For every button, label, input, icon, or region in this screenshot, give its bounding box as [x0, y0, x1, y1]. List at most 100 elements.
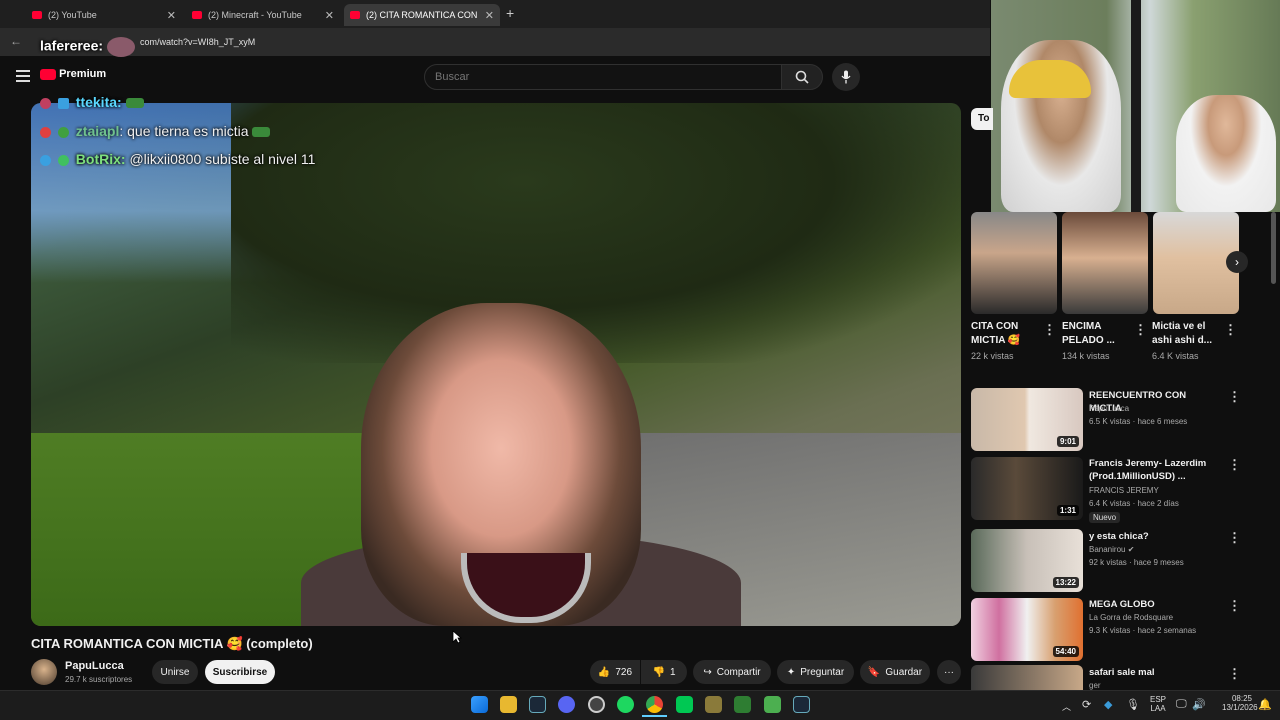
- video-duration: 54:40: [1052, 646, 1079, 657]
- tray-app-icon[interactable]: ◆: [1104, 698, 1112, 711]
- short-title[interactable]: Mictia ve el ashi ashi d...: [1152, 320, 1224, 348]
- subscribe-button[interactable]: Suscribirse: [205, 660, 275, 684]
- short-views: 134 k vistas: [1062, 351, 1110, 361]
- filter-chip[interactable]: To: [971, 108, 993, 130]
- more-actions-button[interactable]: ···: [937, 660, 961, 684]
- more-vert-icon[interactable]: ⋮: [1134, 322, 1147, 338]
- app-icon[interactable]: [705, 696, 722, 713]
- channel-name[interactable]: La Gorra de Rodsquare: [1089, 613, 1173, 622]
- close-tab-icon[interactable]: ✕: [325, 9, 334, 22]
- chat-user: ztaiapl: [75, 123, 120, 139]
- steam-icon[interactable]: [793, 696, 810, 713]
- chat-user: lafereree:: [40, 37, 104, 54]
- microphone-tray-icon[interactable]: 🎙: [1126, 698, 1140, 711]
- more-vert-icon[interactable]: ⋮: [1228, 666, 1241, 682]
- back-arrow-icon[interactable]: ←: [10, 34, 22, 48]
- verified-icon: ✔: [1127, 545, 1135, 554]
- steam-icon[interactable]: [529, 696, 546, 713]
- channel-name[interactable]: Bananirou ✔: [1089, 545, 1134, 554]
- app-icon[interactable]: [676, 696, 693, 713]
- hamburger-menu-icon[interactable]: [16, 70, 30, 82]
- spotify-icon[interactable]: [617, 696, 634, 713]
- language-indicator[interactable]: ESP LAA: [1150, 695, 1166, 713]
- clock[interactable]: 08:25 13/1/2026: [1222, 694, 1258, 712]
- url-field[interactable]: com/watch?v=WI8h_JT_xyM: [140, 37, 255, 47]
- network-icon[interactable]: 🖵: [1176, 698, 1187, 711]
- channel-name[interactable]: ger: [1089, 681, 1101, 690]
- tab-minecraft[interactable]: (2) Minecraft - YouTube ✕: [186, 4, 340, 26]
- new-tab-button[interactable]: +: [506, 5, 514, 21]
- more-vert-icon[interactable]: ⋮: [1228, 457, 1241, 473]
- youtube-logo[interactable]: Premium: [40, 68, 106, 80]
- more-vert-icon[interactable]: ⋮: [1228, 389, 1241, 405]
- short-title[interactable]: CITA CON MICTIA 🥰: [971, 320, 1043, 348]
- share-button[interactable]: ↪ Compartir: [693, 660, 771, 684]
- short-thumbnail[interactable]: [1062, 212, 1148, 314]
- video-title[interactable]: safari sale mal: [1089, 666, 1219, 679]
- microphone-icon: [841, 70, 851, 84]
- tab-youtube[interactable]: (2) YouTube ✕: [26, 4, 182, 26]
- share-arrow-icon: ↪: [703, 666, 712, 678]
- bookmark-icon: 🔖: [867, 666, 881, 678]
- search-button[interactable]: [781, 64, 823, 90]
- file-explorer-icon[interactable]: [500, 696, 517, 713]
- more-vert-icon[interactable]: ⋮: [1228, 530, 1241, 546]
- more-vert-icon[interactable]: ⋮: [1228, 598, 1241, 614]
- video-title[interactable]: y esta chica?: [1089, 530, 1219, 543]
- like-count: 726: [615, 666, 633, 678]
- show-hidden-icons-icon[interactable]: ︿: [1062, 700, 1071, 713]
- tab-label: (2) CITA ROMANTICA CON: [366, 10, 478, 20]
- channel-name[interactable]: PapuLucca: [1089, 404, 1129, 413]
- short-thumbnail[interactable]: [971, 212, 1057, 314]
- more-vert-icon[interactable]: ⋮: [1224, 322, 1237, 338]
- save-button[interactable]: 🔖 Guardar: [860, 660, 930, 684]
- dislike-button[interactable]: 👎 1: [641, 660, 687, 684]
- video-title[interactable]: MEGA GLOBO: [1089, 598, 1219, 611]
- more-vert-icon[interactable]: ⋮: [1043, 322, 1056, 338]
- voice-search-button[interactable]: [832, 63, 860, 91]
- active-app-indicator: [642, 715, 667, 717]
- join-button[interactable]: Unirse: [152, 660, 198, 684]
- app-icon[interactable]: [734, 696, 751, 713]
- short-title[interactable]: ENCIMA PELADO ...: [1062, 320, 1134, 348]
- notifications-icon[interactable]: 🔔: [1258, 698, 1272, 711]
- like-button[interactable]: 👍 726: [590, 660, 640, 684]
- video-meta: 6.5 K vistas · hace 6 meses: [1089, 417, 1188, 426]
- video-thumbnail[interactable]: 1:31: [971, 457, 1083, 520]
- video-title[interactable]: Francis Jeremy- Lazerdim (Prod.1MillionU…: [1089, 457, 1219, 483]
- volume-icon[interactable]: 🔊: [1192, 698, 1206, 711]
- webcam-overlay: [991, 0, 1280, 212]
- save-label: Guardar: [885, 666, 923, 678]
- webcam-person: [1176, 95, 1276, 212]
- webcam-window-frame: [1131, 0, 1141, 212]
- start-windows-icon[interactable]: [471, 696, 488, 713]
- channel-name[interactable]: PapuLucca: [65, 660, 124, 672]
- search-input[interactable]: [424, 64, 782, 90]
- scrollbar-thumb[interactable]: [1271, 212, 1276, 284]
- channel-avatar[interactable]: [31, 659, 57, 685]
- minecraft-icon[interactable]: [764, 696, 781, 713]
- channel-name[interactable]: FRANCIS JEREMY: [1089, 486, 1159, 495]
- chat-user: BotRix:: [75, 151, 126, 167]
- video-thumbnail[interactable]: 9:01: [971, 388, 1083, 451]
- video-player[interactable]: [31, 103, 961, 626]
- tray-app-icon[interactable]: ⟳: [1082, 698, 1091, 711]
- chat-badge-icon: [57, 97, 69, 109]
- youtube-favicon-icon: [350, 11, 360, 19]
- chat-line: BotRix: @likxii0800 subiste al nivel 11: [40, 151, 315, 167]
- video-thumbnail[interactable]: [971, 665, 1083, 690]
- close-tab-icon[interactable]: ✕: [167, 9, 176, 22]
- premium-label: Premium: [59, 68, 107, 80]
- discord-icon[interactable]: [558, 696, 575, 713]
- next-shorts-button[interactable]: ›: [1226, 251, 1248, 273]
- video-thumbnail[interactable]: 13:22: [971, 529, 1083, 592]
- ask-button[interactable]: ✦ Preguntar: [777, 660, 854, 684]
- close-tab-icon[interactable]: ✕: [485, 9, 494, 22]
- obs-icon[interactable]: [588, 696, 605, 713]
- tab-cita-romantica[interactable]: (2) CITA ROMANTICA CON ✕: [344, 4, 500, 26]
- video-thumbnail[interactable]: 54:40: [971, 598, 1083, 661]
- chrome-icon[interactable]: [646, 696, 663, 713]
- chat-message: @likxii0800 subiste al nivel 11: [129, 151, 316, 167]
- chat-emote-icon: [252, 127, 271, 138]
- youtube-favicon-icon: [32, 11, 42, 19]
